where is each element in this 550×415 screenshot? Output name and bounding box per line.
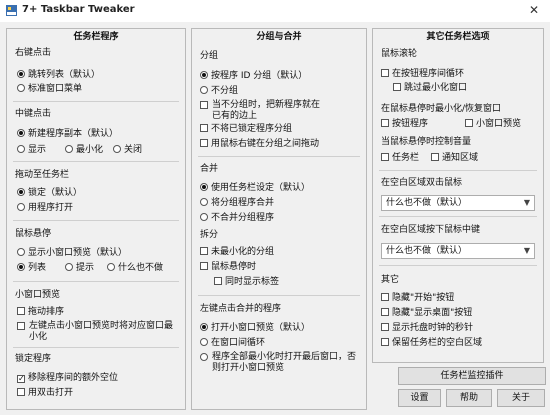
divider <box>13 101 179 102</box>
window-title: 7+ Taskbar Tweaker <box>22 4 135 15</box>
radio-open-last[interactable]: 程序全部最小化时打开最后窗口，否则打开小窗口预览 <box>200 352 360 374</box>
radio-tooltip[interactable]: 提示 <box>65 263 94 274</box>
radio-cycle-windows[interactable]: 在窗口间循环 <box>200 338 265 349</box>
title-bar[interactable]: 7+ Taskbar Tweaker ✕ <box>0 0 550 22</box>
check-minimize-on-click[interactable]: 左键点击小窗口预览时将对应窗口最小化 <box>17 321 181 343</box>
check-show-labels[interactable]: 同时显示标签 <box>214 277 279 288</box>
check-hover-thumbnail[interactable]: 小窗口预览 <box>465 119 521 130</box>
right-click-label: 右键点击 <box>15 48 52 58</box>
check-drag-between[interactable]: 用鼠标右键在分组之间拖动 <box>200 139 319 150</box>
close-icon[interactable]: ✕ <box>526 3 542 17</box>
divider <box>13 220 179 221</box>
hover-label: 鼠标悬停 <box>15 229 52 239</box>
volume-label: 当鼠标悬停时控制音量 <box>381 137 472 147</box>
divider <box>379 170 537 171</box>
radio-open-with[interactable]: 用程序打开 <box>17 203 73 214</box>
radio-list[interactable]: 列表 <box>17 263 46 274</box>
middle-click-select[interactable]: 什么也不做（默认） ▼ <box>381 243 535 259</box>
check-skip-minimized[interactable]: 跳过最小化窗口 <box>393 83 467 94</box>
check-hide-start[interactable]: 隐藏"开始"按钮 <box>381 293 454 304</box>
thumbnail-label: 小窗口预览 <box>15 290 61 300</box>
settings-button[interactable]: 设置 <box>398 389 441 407</box>
check-double-click[interactable]: 用双击打开 <box>17 388 73 399</box>
radio-pin[interactable]: 锁定（默认） <box>17 188 82 199</box>
radio-group-by-id[interactable]: 按程序 ID 分组（默认） <box>200 71 307 82</box>
radio-open-thumbnail[interactable]: 打开小窗口预览（默认） <box>200 323 310 334</box>
taskbar-programs-panel: 任务栏程序 右键点击 跳转列表（默认） 标准窗口菜单 中键点击 新建程序副本（默… <box>6 28 186 410</box>
other-label: 其它 <box>381 275 400 285</box>
inspector-button[interactable]: 任务栏监控插件 <box>398 367 546 385</box>
check-no-group-pinned[interactable]: 不将已锁定程序分组 <box>200 124 292 135</box>
main-window: 7+ Taskbar Tweaker ✕ 任务栏程序 右键点击 跳转列表（默认）… <box>0 0 550 415</box>
check-keep-space[interactable]: 保留任务栏的空白区域 <box>381 338 482 349</box>
check-hide-show-desktop[interactable]: 隐藏"显示桌面"按钮 <box>381 308 472 319</box>
check-cycle-scroll[interactable]: 在按钮程序间循环 <box>381 69 464 80</box>
middle-click-area-label: 在空白区域按下鼠标中键 <box>381 225 481 235</box>
panel-title: 分组与合并 <box>256 32 302 42</box>
pinned-label: 锁定程序 <box>15 354 52 364</box>
group-label: 分组 <box>200 51 219 61</box>
chevron-down-icon: ▼ <box>523 198 530 207</box>
radio-minimize[interactable]: 最小化 <box>65 145 103 156</box>
radio-close[interactable]: 关闭 <box>113 145 142 156</box>
radio-new-instance[interactable]: 新建程序副本（默认） <box>17 129 118 140</box>
hover-minimize-label: 在鼠标悬停时最小化/恢复窗口 <box>381 104 502 114</box>
check-vol-tray[interactable]: 通知区域 <box>431 153 478 164</box>
middle-click-label: 中键点击 <box>15 109 52 119</box>
other-options-panel: 其它任务栏选项 鼠标滚轮 在按钮程序间循环 跳过最小化窗口 在鼠标悬停时最小化/… <box>372 28 544 363</box>
check-clock-seconds[interactable]: 显示托盘时钟的秒针 <box>381 323 473 334</box>
taskbar-app-icon <box>6 5 17 16</box>
drag-label: 拖动至任务栏 <box>15 170 70 180</box>
split-label: 拆分 <box>200 230 219 240</box>
check-drag-reorder[interactable]: 拖动排序 <box>17 307 64 318</box>
scroll-label: 鼠标滚轮 <box>381 49 418 59</box>
panel-title: 其它任务栏选项 <box>426 32 490 42</box>
left-click-label: 左键点击合并的程序 <box>200 304 282 314</box>
radio-window-menu[interactable]: 标准窗口菜单 <box>17 84 82 95</box>
grouping-panel: 分组与合并 分组 按程序 ID 分组（默认） 不分组 当不分组时，把新程序就在已… <box>191 28 367 410</box>
check-vol-taskbar[interactable]: 任务栏 <box>381 153 419 164</box>
divider <box>379 265 537 266</box>
check-hover-button[interactable]: 按钮程序 <box>381 119 428 130</box>
radio-no-combine[interactable]: 不合并分组程序 <box>200 213 274 224</box>
divider <box>198 156 360 157</box>
radio-nothing[interactable]: 什么也不做 <box>107 263 163 274</box>
check-not-minimized[interactable]: 未最小化的分组 <box>200 247 274 258</box>
panel-title: 任务栏程序 <box>73 32 119 42</box>
radio-show[interactable]: 显示 <box>17 145 46 156</box>
combine-label: 合并 <box>200 164 219 174</box>
check-on-hover[interactable]: 鼠标悬停时 <box>200 262 256 273</box>
help-button[interactable]: 帮助 <box>446 389 492 407</box>
radio-thumbnail[interactable]: 显示小窗口预览（默认） <box>17 248 127 259</box>
divider <box>13 347 179 348</box>
check-place-beside[interactable]: 当不分组时，把新程序就在已有的边上 <box>200 100 320 122</box>
radio-jumplist[interactable]: 跳转列表（默认） <box>17 70 100 81</box>
divider <box>198 295 360 296</box>
check-remove-gaps[interactable]: ✓ 移除程序间的额外空位 <box>17 373 118 384</box>
radio-no-group[interactable]: 不分组 <box>200 86 238 97</box>
chevron-down-icon: ▼ <box>523 246 530 255</box>
double-click-label: 在空白区域双击鼠标 <box>381 178 463 188</box>
divider <box>379 216 537 217</box>
about-button[interactable]: 关于 <box>497 389 545 407</box>
double-click-select[interactable]: 什么也不做（默认） ▼ <box>381 195 535 211</box>
radio-use-taskbar[interactable]: 使用任务栏设定（默认） <box>200 183 310 194</box>
divider <box>13 281 179 282</box>
divider <box>13 161 179 162</box>
radio-combine[interactable]: 将分组程序合并 <box>200 198 274 209</box>
